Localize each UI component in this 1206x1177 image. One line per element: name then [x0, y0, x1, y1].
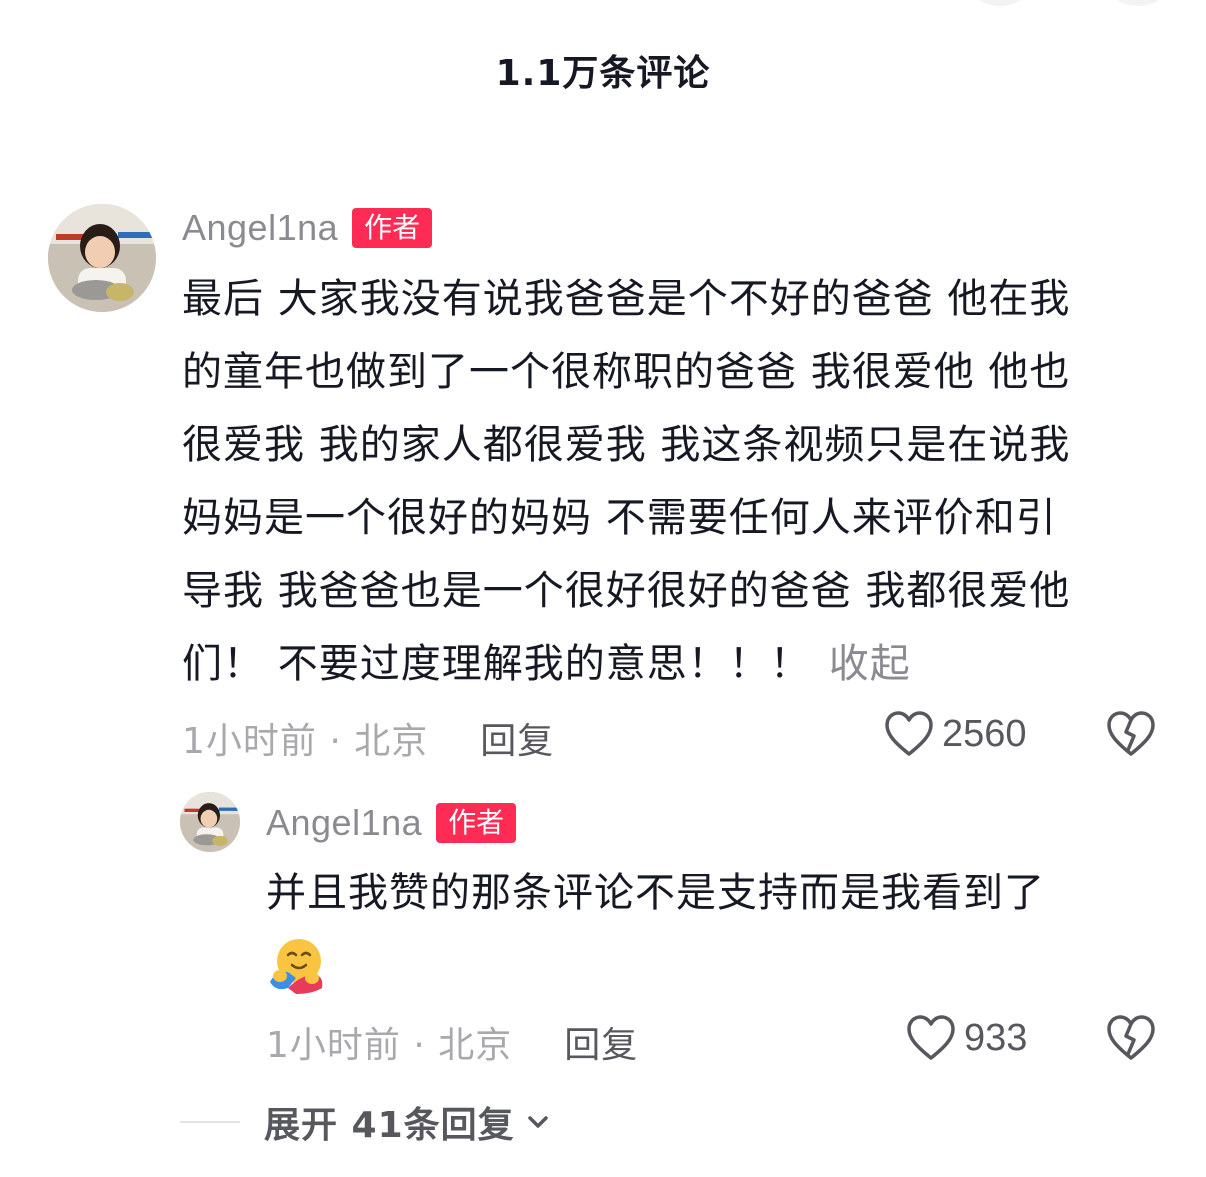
comment-line: 最后 大家我没有说我爸爸是个不好的爸爸 他在我	[182, 276, 1071, 322]
reply-button[interactable]: 回复	[480, 712, 554, 764]
username[interactable]: Angel1na	[182, 207, 338, 249]
hugging-face-emoji	[270, 939, 323, 994]
comment-line: 妈妈是一个很好的妈妈 不需要任何人来评价和引	[182, 495, 1057, 541]
comment-header: Angel1na 作者	[182, 207, 433, 249]
broken-heart-icon	[1107, 1015, 1155, 1060]
comment-text: 最后 大家我没有说我爸爸是个不好的爸爸 他在我 的童年也做到了一个很称职的爸爸 …	[182, 263, 1172, 701]
reply-meta: 1小时前 · 北京 回复	[266, 1016, 638, 1068]
comment-meta: 1小时前 · 北京 回复	[182, 712, 554, 764]
broken-heart-icon	[1107, 711, 1155, 756]
comment-line: 并且我赞的那条评论不是支持而是我看到了	[266, 870, 1045, 916]
avatar[interactable]	[48, 204, 156, 312]
expand-replies-label: 展开 41条回复	[264, 1105, 515, 1146]
time-location: 1小时前 · 北京	[182, 721, 429, 762]
username[interactable]: Angel1na	[266, 802, 422, 844]
like-count: 933	[964, 1016, 1028, 1059]
comment-line-last: 们！ 不要过度理解我的意思！！！ 收起	[182, 628, 1172, 701]
comments-count-title: 1.1万条评论	[495, 53, 711, 94]
reply-header: Angel1na 作者	[266, 802, 517, 844]
time-location: 1小时前 · 北京	[266, 1025, 513, 1066]
heart-outline-icon	[907, 1015, 955, 1060]
top-circle-left	[972, 0, 1028, 6]
dislike-button[interactable]	[1106, 1014, 1156, 1066]
reply-avatar[interactable]	[180, 792, 240, 852]
expand-replies-button[interactable]: 展开 41条回复	[180, 1096, 551, 1148]
chevron-down-icon	[527, 1116, 548, 1128]
divider-line	[180, 1121, 240, 1123]
comment-line: 们！ 不要过度理解我的意思！！！	[182, 641, 811, 687]
reply-button[interactable]: 回复	[564, 1016, 638, 1068]
heart-outline-icon	[885, 711, 933, 756]
reply-text: 并且我赞的那条评论不是支持而是我看到了	[266, 857, 1166, 930]
author-badge: 作者	[436, 803, 517, 843]
dislike-button[interactable]	[1106, 710, 1156, 762]
top-circle-right	[1110, 0, 1166, 6]
like-button[interactable]: 2560	[884, 710, 1027, 758]
collapse-button[interactable]: 收起	[829, 641, 911, 687]
comment-line: 的童年也做到了一个很称职的爸爸 我很爱他 他也	[182, 349, 1071, 395]
comment-line: 很爱我 我的家人都很爱我 我这条视频只是在说我	[182, 422, 1071, 468]
author-badge: 作者	[352, 208, 433, 248]
like-button[interactable]: 933	[906, 1014, 1027, 1062]
top-edge-decorations	[0, 0, 1206, 10]
comment-line: 导我 我爸爸也是一个很好很好的爸爸 我都很爱他	[182, 568, 1071, 614]
like-count: 2560	[942, 712, 1027, 755]
